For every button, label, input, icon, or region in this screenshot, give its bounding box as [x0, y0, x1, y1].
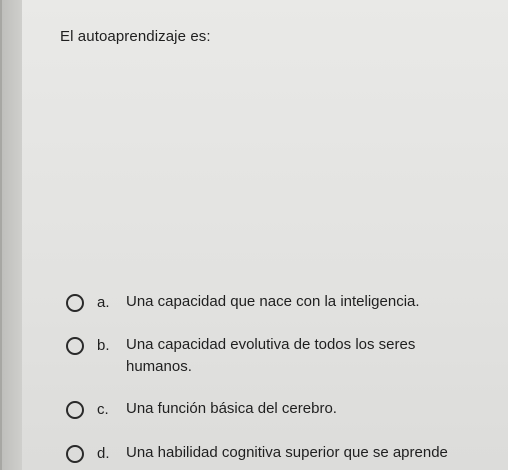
- radio-button-a[interactable]: [66, 294, 84, 312]
- radio-button-b[interactable]: [66, 337, 84, 355]
- option-text-c: Una función básica del cerebro.: [126, 400, 337, 417]
- option-letter-a: a.: [97, 294, 110, 311]
- radio-button-c[interactable]: [66, 401, 84, 419]
- option-text-a: Una capacidad que nace con la inteligenc…: [126, 293, 420, 310]
- option-letter-c: c.: [97, 401, 109, 418]
- question-prompt: El autoaprendizaje es:: [60, 28, 211, 45]
- option-letter-d: d.: [97, 445, 110, 462]
- option-text-b: Una capacidad evolutiva de todos los ser…: [126, 336, 416, 375]
- question-card: El autoaprendizaje es: a. Una capacidad …: [22, 0, 508, 470]
- option-text-d: Una habilidad cognitiva superior que se …: [126, 444, 448, 461]
- option-letter-b: b.: [97, 337, 110, 354]
- left-margin-strip: [0, 0, 22, 470]
- radio-button-d[interactable]: [66, 445, 84, 463]
